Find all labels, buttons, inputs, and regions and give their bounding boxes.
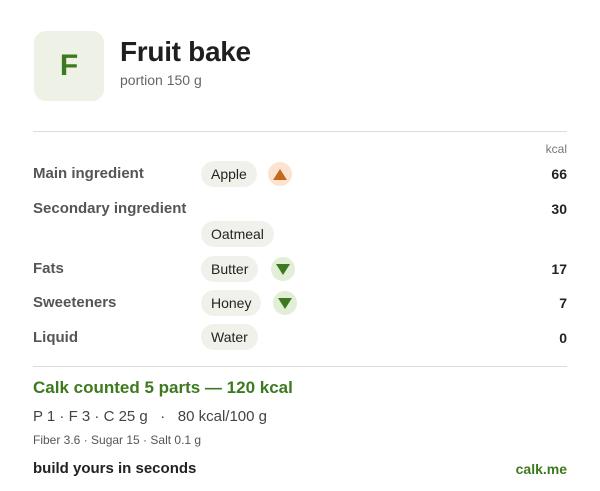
ingredient-chip-apple[interactable]: Apple [201, 161, 257, 187]
logo-letter: F [59, 49, 79, 82]
summary-divider [33, 366, 567, 367]
app-logo: F [34, 31, 104, 101]
micro-breakdown: Fiber 3.6 · Sugar 15 · Salt 0.1 g [33, 433, 202, 447]
kcal-value-main-ingredient: 66 [551, 166, 567, 182]
row-label-fats: Fats [33, 260, 64, 277]
row-label-secondary-ingredient: Secondary ingredient [33, 200, 187, 217]
kcal-column-header: kcal [545, 142, 567, 156]
increase-icon [268, 162, 292, 186]
kcal-value-sweeteners: 7 [559, 295, 567, 311]
row-label-sweeteners: Sweeteners [33, 294, 117, 311]
decrease-icon [271, 257, 295, 281]
tagline: build yours in seconds [33, 460, 197, 477]
kcal-value-liquid: 0 [559, 330, 567, 346]
ingredient-chip-honey[interactable]: Honey [201, 290, 262, 316]
ingredient-chip-oatmeal[interactable]: Oatmeal [201, 221, 274, 247]
row-label-liquid: Liquid [33, 329, 78, 346]
row-label-main-ingredient: Main ingredient [33, 165, 144, 182]
ingredient-chip-butter[interactable]: Butter [201, 256, 259, 282]
calorie-summary: Calk counted 5 parts — 120 kcal [33, 378, 293, 397]
macro-breakdown: P 1 · F 3 · C 25 g · 80 kcal/100 g [33, 408, 268, 425]
kcal-value-fats: 17 [551, 261, 567, 277]
decrease-icon [273, 291, 297, 315]
header-divider [33, 131, 567, 132]
kcal-value-secondary-ingredient: 30 [551, 201, 567, 217]
portion-size: portion 150 g [120, 72, 202, 88]
recipe-title: Fruit bake [120, 36, 251, 67]
brand-link[interactable]: calk.me [516, 461, 567, 477]
ingredient-chip-water[interactable]: Water [201, 324, 258, 350]
